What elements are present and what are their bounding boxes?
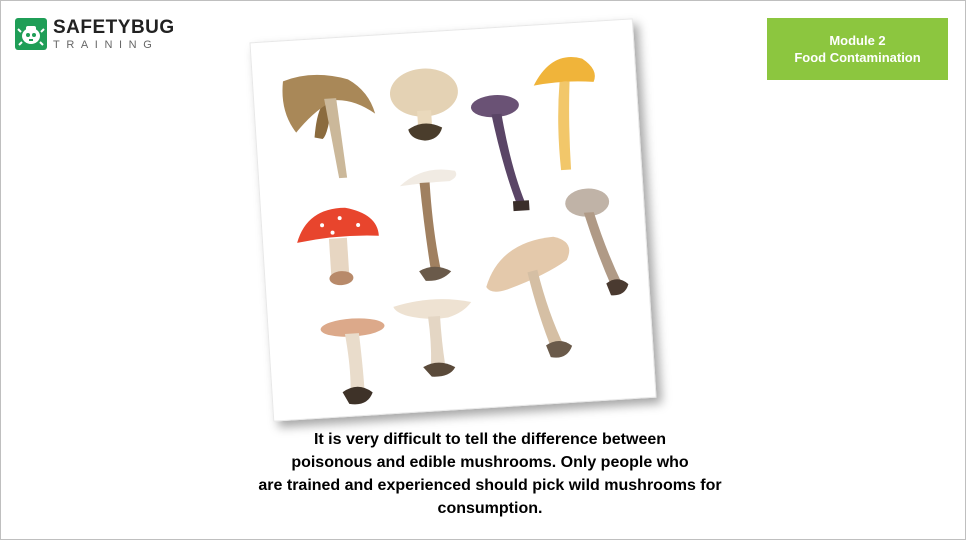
mushroom-6 bbox=[399, 169, 457, 281]
module-number: Module 2 bbox=[829, 33, 886, 48]
caption: It is very difficult to tell the differe… bbox=[200, 428, 780, 520]
safetybug-logo: SAFETYBUG TRAINING bbox=[15, 18, 175, 51]
module-badge: Module 2 Food Contamination bbox=[767, 18, 948, 80]
caption-line-2: poisonous and edible mushrooms. Only peo… bbox=[291, 454, 689, 471]
mushroom-1 bbox=[282, 74, 376, 179]
caption-line-4: consumption. bbox=[437, 500, 543, 517]
mushroom-10 bbox=[393, 299, 472, 377]
logo-subtitle: TRAINING bbox=[53, 39, 159, 51]
caption-line-1: It is very difficult to tell the differe… bbox=[313, 431, 667, 448]
mushroom-2 bbox=[389, 68, 458, 141]
mushroom-8 bbox=[486, 236, 573, 358]
mushroom-photo bbox=[249, 18, 657, 422]
mushroom-3 bbox=[470, 95, 530, 212]
caption-line-3: are trained and experienced should pick … bbox=[258, 477, 722, 494]
mushroom-9 bbox=[320, 318, 385, 405]
mushroom-7 bbox=[565, 188, 629, 296]
bug-logo-icon bbox=[15, 18, 47, 50]
logo-title: SAFETYBUG bbox=[53, 17, 175, 38]
module-title: Food Contamination bbox=[794, 50, 921, 65]
mushroom-4 bbox=[533, 57, 595, 171]
mushroom-5 bbox=[297, 207, 379, 286]
